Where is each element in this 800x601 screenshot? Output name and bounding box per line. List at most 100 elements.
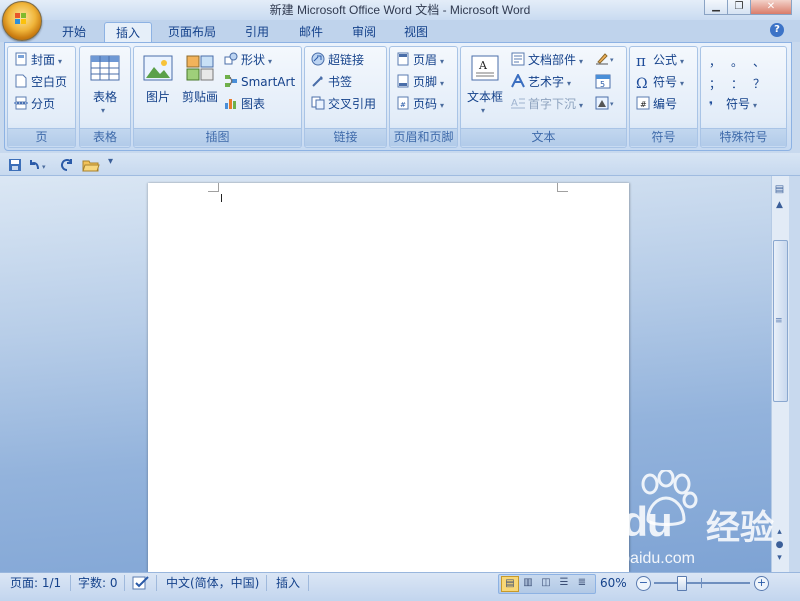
cover-page-button[interactable]: 封面 ▾ [14, 51, 62, 71]
watermark-brand: Baidu [560, 498, 673, 545]
print-layout-view-icon[interactable]: ▤ [501, 576, 519, 592]
special-symbol-colon[interactable]: ： [731, 75, 743, 93]
special-symbol-semicolon[interactable]: ； [709, 75, 721, 93]
header-button[interactable]: 页眉 ▾ [396, 51, 444, 71]
ruler-toggle-icon[interactable]: ▤ [773, 184, 786, 196]
dropdown-arrow-icon: ▾ [440, 101, 445, 110]
text-box-icon: A [471, 55, 499, 81]
smartart-button[interactable]: SmartArt [224, 73, 295, 91]
status-insert-mode[interactable]: 插入 [276, 572, 300, 594]
symbol-button[interactable]: Ω 符号 ▾ [636, 73, 684, 93]
dropdown-arrow-icon: ▾ [440, 57, 445, 66]
special-symbol-question[interactable]: ？ [753, 75, 765, 93]
table-button[interactable]: 表格 ▾ [80, 51, 130, 125]
outline-view-icon[interactable]: ☰ [556, 576, 572, 590]
tab-references[interactable]: 引用 [234, 22, 280, 42]
draft-view-icon[interactable]: ≣ [574, 576, 590, 590]
save-icon[interactable] [8, 158, 22, 172]
special-symbol-comma[interactable]: ， [709, 53, 721, 71]
text-cursor [221, 194, 222, 202]
redo-icon[interactable] [60, 158, 74, 172]
special-symbol-more-button[interactable]: ❜ 符号 ▾ [709, 95, 757, 115]
zoom-out-icon[interactable]: − [636, 576, 651, 591]
special-symbol-period[interactable]: 。 [731, 53, 743, 71]
number-icon: # [636, 96, 650, 110]
customize-toolbar-icon[interactable]: ▾ [108, 156, 113, 167]
footer-icon [397, 74, 409, 88]
baidu-watermark: Baidu 经验 jingyan.baidu.com [560, 470, 800, 580]
hyperlink-icon [311, 52, 325, 66]
open-folder-icon[interactable] [82, 157, 100, 173]
page-number-button[interactable]: # 页码 ▾ [396, 95, 444, 115]
chart-button[interactable]: 图表 [224, 95, 265, 113]
zoom-level[interactable]: 60% [600, 572, 627, 594]
tab-mailings[interactable]: 邮件 [288, 22, 334, 42]
wordart-button[interactable]: 艺术字 ▾ [511, 73, 571, 93]
status-language[interactable]: 中文(简体，中国) [166, 572, 259, 594]
group-label-header-footer: 页眉和页脚 [390, 128, 457, 146]
cross-reference-button[interactable]: 交叉引用 [311, 95, 376, 113]
signature-line-button[interactable]: ▾ [595, 51, 617, 70]
blank-page-button[interactable]: 空白页 [14, 73, 67, 91]
hyperlink-button[interactable]: 超链接 [311, 51, 364, 69]
drop-cap-button[interactable]: A 首字下沉 ▾ [511, 95, 583, 115]
tab-page-layout[interactable]: 页面布局 [160, 22, 224, 42]
blank-page-icon [15, 74, 27, 88]
undo-icon[interactable]: ▾ [28, 158, 50, 172]
status-word-count[interactable]: 字数: 0 [78, 572, 118, 594]
dropdown-arrow-icon: ▾ [680, 79, 685, 88]
zoom-slider-center-mark [701, 578, 702, 588]
tab-home[interactable]: 开始 [50, 22, 98, 42]
full-screen-reading-view-icon[interactable]: ▥ [520, 576, 536, 590]
scroll-up-arrow-icon[interactable]: ▲ [773, 200, 786, 212]
zoom-in-icon[interactable]: + [754, 576, 769, 591]
group-symbols: π 公式 ▾ Ω 符号 ▾ # 编号 符号 [629, 46, 698, 148]
group-links: 超链接 书签 交叉引用 链接 [304, 46, 387, 148]
group-label-tables: 表格 [80, 128, 130, 146]
web-layout-view-icon[interactable]: ◫ [538, 576, 554, 590]
quick-parts-icon [511, 52, 525, 66]
bar-chart-icon [225, 99, 236, 109]
svg-text:A: A [478, 59, 488, 72]
bookmark-button[interactable]: 书签 [311, 73, 352, 91]
dropdown-arrow-icon: ▾ [101, 106, 106, 115]
shapes-button[interactable]: 形状 ▾ [224, 51, 272, 71]
proofing-check-icon[interactable] [132, 575, 150, 591]
object-button[interactable]: ▾ [595, 95, 617, 114]
tab-view[interactable]: 视图 [393, 22, 439, 42]
quick-parts-button[interactable]: 文档部件 ▾ [511, 51, 583, 71]
close-button[interactable]: ✕ [750, 0, 792, 15]
equation-button[interactable]: π 公式 ▾ [636, 51, 684, 71]
minimize-button[interactable]: ▁ [704, 0, 728, 15]
dropdown-arrow-icon: ▾ [579, 101, 584, 110]
footer-button[interactable]: 页脚 ▾ [396, 73, 444, 93]
drop-cap-icon: A [511, 98, 525, 109]
smartart-icon [225, 75, 237, 87]
page-break-button[interactable]: 分页 [14, 95, 55, 113]
tab-review[interactable]: 审阅 [341, 22, 387, 42]
margin-corner-top-right [557, 183, 568, 192]
office-button[interactable] [2, 1, 42, 41]
picture-button[interactable]: 图片 [138, 51, 178, 125]
maximize-button[interactable]: ❐ [727, 0, 751, 15]
status-page-count[interactable]: 页面: 1/1 [10, 572, 61, 594]
group-pages: 封面 ▾ 空白页 分页 页 [7, 46, 76, 148]
table-icon [90, 55, 120, 81]
cross-reference-icon [311, 96, 325, 110]
status-separator [266, 575, 267, 591]
special-symbol-pause-mark[interactable]: 、 [753, 53, 765, 71]
numbering-button[interactable]: # 编号 [636, 95, 677, 113]
zoom-slider-thumb[interactable] [676, 576, 687, 591]
svg-text:#: # [400, 101, 406, 109]
tab-insert[interactable]: 插入 [104, 22, 152, 44]
svg-text:#: # [640, 100, 647, 109]
dropdown-arrow-icon: ▾ [440, 79, 445, 88]
zoom-slider-track[interactable] [654, 582, 750, 584]
date-time-button[interactable]: 5 [595, 73, 611, 92]
text-box-button[interactable]: A 文本框 ▾ [463, 51, 507, 125]
help-icon[interactable]: ? [770, 23, 784, 37]
svg-text:▾: ▾ [42, 163, 46, 171]
group-label-text: 文本 [461, 128, 626, 146]
clipart-button[interactable]: 剪贴画 [178, 51, 222, 125]
document-page[interactable] [148, 183, 629, 572]
